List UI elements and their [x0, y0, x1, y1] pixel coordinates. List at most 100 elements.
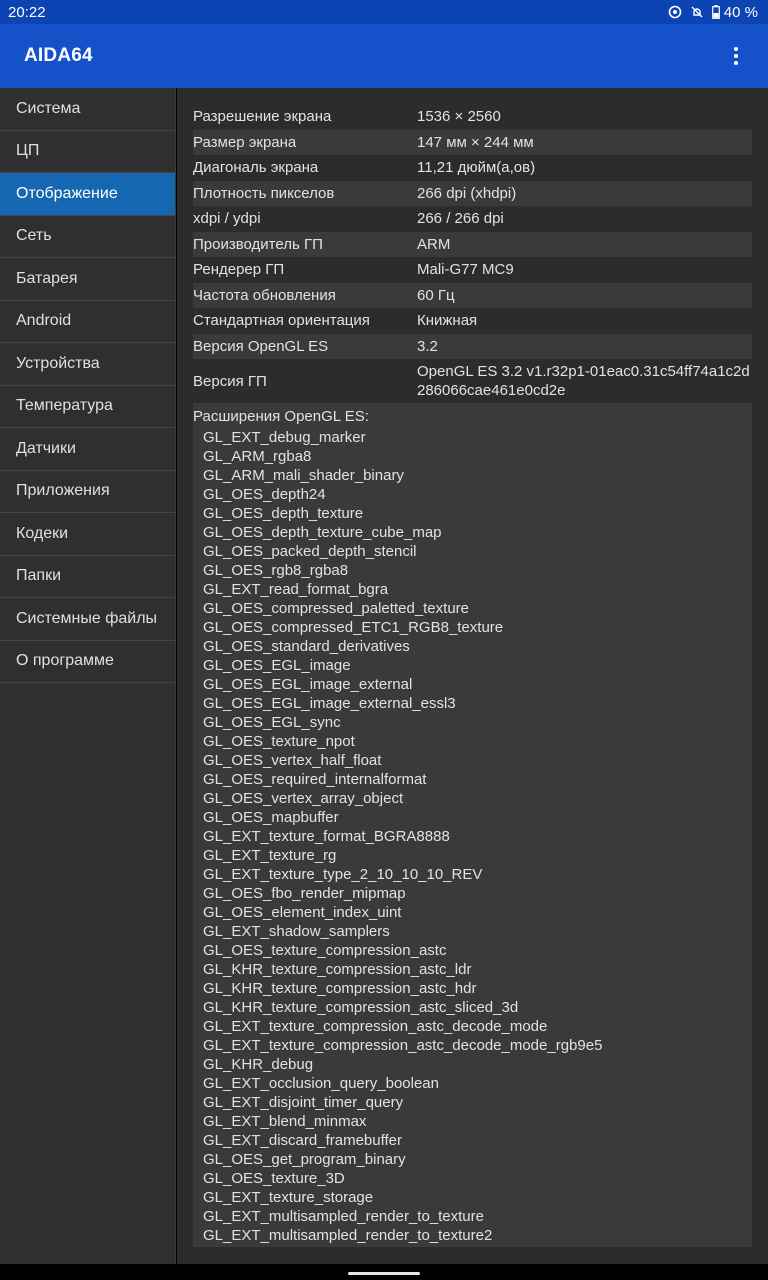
display-info-panel[interactable]: Разрешение экрана 1536 × 2560 Размер экр… — [177, 88, 768, 1264]
extension-item: GL_EXT_read_format_bgra — [203, 581, 389, 598]
extension-item: GL_OES_depth_texture_cube_map — [203, 524, 442, 541]
extension-item: GL_OES_texture_3D — [203, 1170, 345, 1187]
extension-item: GL_EXT_texture_storage — [203, 1189, 374, 1206]
info-value: Mali-G77 MC9 — [417, 261, 514, 279]
sidebar-item-folders[interactable]: Папки — [0, 556, 175, 598]
extension-item: GL_EXT_discard_framebuffer — [203, 1132, 402, 1149]
extension-item: GL_EXT_texture_rg — [203, 847, 337, 864]
info-row-opengl-es-version: Версия OpenGL ES 3.2 — [193, 333, 752, 359]
info-value: OpenGL ES 3.2 v1.r32p1-01eac0.31c54ff74a… — [417, 363, 750, 399]
info-key: Стандартная ориентация — [193, 312, 370, 330]
info-key: Размер экрана — [193, 133, 297, 151]
info-row-xdpi-ydpi: xdpi / ydpi 266 / 266 dpi — [193, 206, 752, 232]
sidebar-item-battery[interactable]: Батарея — [0, 258, 175, 301]
extension-item: GL_OES_texture_compression_astc — [203, 942, 447, 959]
mute-icon — [690, 5, 704, 19]
sidebar-item-codecs[interactable]: Кодеки — [0, 513, 175, 556]
extension-item: GL_OES_compressed_ETC1_RGB8_texture — [203, 619, 504, 636]
sidebar: Система ЦП Отображение Сеть Батарея Andr… — [0, 88, 176, 1264]
extension-item: GL_OES_standard_derivatives — [203, 638, 410, 655]
sidebar-item-devices[interactable]: Устройства — [0, 343, 175, 386]
extension-item: GL_OES_required_internalformat — [203, 771, 427, 788]
info-value: 11,21 дюйм(а,ов) — [417, 159, 536, 177]
extension-item: GL_EXT_shadow_samplers — [203, 923, 390, 940]
extension-item: GL_OES_EGL_image — [203, 657, 351, 674]
extension-item: GL_EXT_multisampled_render_to_texture2 — [203, 1227, 493, 1244]
info-key: Разрешение экрана — [193, 108, 332, 126]
info-key: Диагональ экрана — [193, 159, 319, 177]
extension-item: GL_OES_EGL_sync — [203, 714, 341, 731]
extension-item: GL_ARM_rgba8 — [203, 448, 312, 465]
extension-item: GL_EXT_texture_format_BGRA8888 — [203, 828, 450, 845]
extension-item: GL_OES_rgb8_rgba8 — [203, 562, 349, 579]
extension-item: GL_OES_EGL_image_external — [203, 676, 413, 693]
info-key: xdpi / ydpi — [193, 210, 261, 228]
info-row-gpu-renderer: Рендерер ГП Mali-G77 MC9 — [193, 257, 752, 283]
info-table: Разрешение экрана 1536 × 2560 Размер экр… — [193, 104, 752, 403]
battery-indicator: 40 % — [711, 3, 758, 21]
extension-item: GL_EXT_blend_minmax — [203, 1113, 367, 1130]
app-title: AIDA64 — [24, 45, 93, 66]
extension-item: GL_EXT_texture_compression_astc_decode_m… — [203, 1018, 548, 1035]
info-row-screen-size: Размер экрана 147 мм × 244 мм — [193, 129, 752, 155]
extension-item: GL_OES_fbo_render_mipmap — [203, 885, 406, 902]
extension-item: GL_OES_texture_npot — [203, 733, 355, 750]
extension-item: GL_OES_vertex_array_object — [203, 790, 404, 807]
opengl-extensions-block: Расширения OpenGL ES: GL_EXT_debug_marke… — [193, 403, 752, 1247]
battery-percent: 40 % — [723, 3, 758, 21]
info-row-diagonal: Диагональ экрана 11,21 дюйм(а,ов) — [193, 155, 752, 181]
gesture-handle[interactable] — [348, 1272, 420, 1275]
info-value: 1536 × 2560 — [417, 108, 501, 126]
sidebar-item-system-files[interactable]: Системные файлы — [0, 598, 175, 641]
status-time: 20:22 — [8, 3, 46, 21]
info-key: Плотность пикселов — [193, 184, 335, 202]
status-bar: 20:22 40 % — [0, 0, 768, 24]
info-key: Рендерер ГП — [193, 261, 285, 279]
extension-item: GL_KHR_texture_compression_astc_sliced_3… — [203, 999, 519, 1016]
status-icons: 40 % — [668, 4, 758, 21]
battery-icon — [711, 5, 720, 19]
extension-item: GL_KHR_debug — [203, 1056, 314, 1073]
extension-item: GL_EXT_occlusion_query_boolean — [203, 1075, 439, 1092]
sidebar-item-system[interactable]: Система — [0, 88, 175, 131]
sidebar-item-cpu[interactable]: ЦП — [0, 131, 175, 173]
extension-item: GL_EXT_disjoint_timer_query — [203, 1094, 404, 1111]
info-row-gpu-version: Версия ГП OpenGL ES 3.2 v1.r32p1-01eac0.… — [193, 359, 752, 403]
info-key: Частота обновления — [193, 286, 336, 304]
extension-item: GL_OES_mapbuffer — [203, 809, 339, 826]
navigation-bar — [0, 1264, 768, 1280]
extension-item: GL_KHR_texture_compression_astc_ldr — [203, 961, 472, 978]
info-value: 266 dpi (xhdpi) — [417, 184, 517, 202]
info-value: 147 мм × 244 мм — [417, 133, 534, 151]
info-key: Версия OpenGL ES — [193, 337, 329, 355]
info-value: 3.2 — [417, 337, 438, 355]
info-row-refresh-rate: Частота обновления 60 Гц — [193, 282, 752, 308]
sidebar-item-network[interactable]: Сеть — [0, 216, 175, 258]
extension-item: GL_KHR_texture_compression_astc_hdr — [203, 980, 477, 997]
extension-item: GL_EXT_texture_compression_astc_decode_m… — [203, 1037, 603, 1054]
sidebar-item-apps[interactable]: Приложения — [0, 471, 175, 513]
sidebar-item-display[interactable]: Отображение — [0, 173, 175, 216]
extension-item: GL_OES_depth24 — [203, 486, 326, 503]
sidebar-item-sensors[interactable]: Датчики — [0, 428, 175, 471]
extensions-list: GL_EXT_debug_marker GL_ARM_rgba8 GL_ARM_ma… — [193, 428, 752, 1245]
sidebar-item-android[interactable]: Android — [0, 301, 175, 343]
sidebar-item-temperature[interactable]: Температура — [0, 386, 175, 428]
info-value: ARM — [417, 235, 451, 253]
info-key: Версия ГП — [193, 372, 267, 390]
extension-item: GL_OES_EGL_image_external_essl3 — [203, 695, 456, 712]
more-vert-icon[interactable] — [724, 41, 748, 71]
info-key: Производитель ГП — [193, 235, 323, 253]
info-value: Книжная — [417, 312, 478, 330]
cast-icon — [668, 5, 682, 19]
extension-item: GL_OES_compressed_paletted_texture — [203, 600, 469, 617]
extension-item: GL_OES_element_index_uint — [203, 904, 402, 921]
extension-item: GL_OES_packed_depth_stencil — [203, 543, 417, 560]
extension-item: GL_EXT_multisampled_render_to_texture — [203, 1208, 484, 1225]
info-row-orientation: Стандартная ориентация Книжная — [193, 308, 752, 334]
extension-item: GL_OES_vertex_half_float — [203, 752, 382, 769]
extension-item: GL_OES_depth_texture — [203, 505, 364, 522]
app-bar: AIDA64 — [0, 24, 768, 88]
sidebar-item-about[interactable]: О программе — [0, 641, 175, 683]
info-value: 266 / 266 dpi — [417, 210, 504, 228]
